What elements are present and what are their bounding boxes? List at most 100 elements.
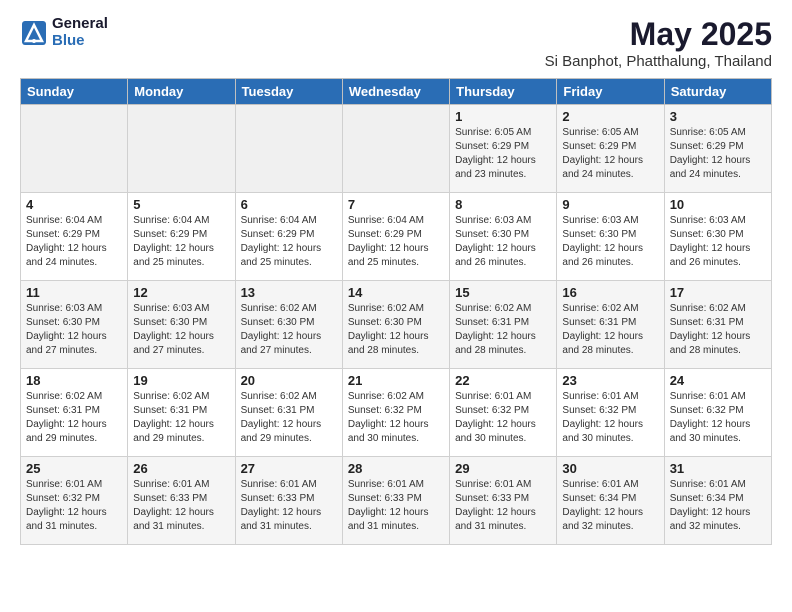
calendar-day-cell: 24 Sunrise: 6:01 AM Sunset: 6:32 PM Dayli… (664, 369, 771, 457)
weekday-header-cell: Friday (557, 79, 664, 105)
day-info: Sunrise: 6:01 AM Sunset: 6:32 PM Dayligh… (455, 390, 551, 446)
day-number: 18 (26, 373, 122, 388)
day-number: 2 (562, 109, 658, 124)
day-info: Sunrise: 6:03 AM Sunset: 6:30 PM Dayligh… (562, 214, 658, 270)
calendar-week-row: 11 Sunrise: 6:03 AM Sunset: 6:30 PM Dayli… (21, 281, 772, 369)
location: Si Banphot, Phatthalung, Thailand (545, 53, 772, 70)
calendar-day-cell: 11 Sunrise: 6:03 AM Sunset: 6:30 PM Dayli… (21, 281, 128, 369)
day-number: 20 (241, 373, 337, 388)
day-info: Sunrise: 6:04 AM Sunset: 6:29 PM Dayligh… (26, 214, 122, 270)
day-number: 13 (241, 285, 337, 300)
calendar-day-cell: 27 Sunrise: 6:01 AM Sunset: 6:33 PM Dayli… (235, 457, 342, 545)
day-info: Sunrise: 6:02 AM Sunset: 6:30 PM Dayligh… (241, 302, 337, 358)
logo-general-text: General (52, 16, 108, 33)
weekday-header-row: SundayMondayTuesdayWednesdayThursdayFrid… (21, 79, 772, 105)
calendar-day-cell: 26 Sunrise: 6:01 AM Sunset: 6:33 PM Dayli… (128, 457, 235, 545)
day-number: 29 (455, 461, 551, 476)
weekday-header-cell: Tuesday (235, 79, 342, 105)
day-info: Sunrise: 6:01 AM Sunset: 6:32 PM Dayligh… (562, 390, 658, 446)
day-number: 30 (562, 461, 658, 476)
day-number: 9 (562, 197, 658, 212)
calendar-day-cell: 20 Sunrise: 6:02 AM Sunset: 6:31 PM Dayli… (235, 369, 342, 457)
day-info: Sunrise: 6:03 AM Sunset: 6:30 PM Dayligh… (670, 214, 766, 270)
calendar-day-cell (128, 105, 235, 193)
calendar-day-cell: 2 Sunrise: 6:05 AM Sunset: 6:29 PM Daylig… (557, 105, 664, 193)
calendar-day-cell: 14 Sunrise: 6:02 AM Sunset: 6:30 PM Dayli… (342, 281, 449, 369)
day-number: 1 (455, 109, 551, 124)
day-info: Sunrise: 6:01 AM Sunset: 6:33 PM Dayligh… (348, 478, 444, 534)
calendar-day-cell: 22Sunrise: 6:01 AM Sunset: 6:32 PM Dayli… (450, 369, 557, 457)
logo: General Blue (20, 16, 108, 49)
calendar-day-cell: 31Sunrise: 6:01 AM Sunset: 6:34 PM Dayli… (664, 457, 771, 545)
day-number: 15 (455, 285, 551, 300)
day-info: Sunrise: 6:04 AM Sunset: 6:29 PM Dayligh… (241, 214, 337, 270)
calendar-day-cell: 25 Sunrise: 6:01 AM Sunset: 6:32 PM Dayli… (21, 457, 128, 545)
logo-icon (20, 19, 48, 47)
day-info: Sunrise: 6:04 AM Sunset: 6:29 PM Dayligh… (133, 214, 229, 270)
day-info: Sunrise: 6:02 AM Sunset: 6:31 PM Dayligh… (562, 302, 658, 358)
day-info: Sunrise: 6:02 AM Sunset: 6:32 PM Dayligh… (348, 390, 444, 446)
day-number: 25 (26, 461, 122, 476)
weekday-header-cell: Monday (128, 79, 235, 105)
day-info: Sunrise: 6:05 AM Sunset: 6:29 PM Dayligh… (455, 126, 551, 182)
day-number: 27 (241, 461, 337, 476)
day-number: 8 (455, 197, 551, 212)
day-number: 23 (562, 373, 658, 388)
day-info: Sunrise: 6:01 AM Sunset: 6:33 PM Dayligh… (133, 478, 229, 534)
day-number: 11 (26, 285, 122, 300)
calendar-day-cell: 18 Sunrise: 6:02 AM Sunset: 6:31 PM Dayli… (21, 369, 128, 457)
day-info: Sunrise: 6:03 AM Sunset: 6:30 PM Dayligh… (26, 302, 122, 358)
calendar-week-row: 1 Sunrise: 6:05 AM Sunset: 6:29 PM Daylig… (21, 105, 772, 193)
day-info: Sunrise: 6:01 AM Sunset: 6:33 PM Dayligh… (241, 478, 337, 534)
calendar-day-cell (235, 105, 342, 193)
day-number: 21 (348, 373, 444, 388)
calendar-day-cell: 13 Sunrise: 6:02 AM Sunset: 6:30 PM Dayli… (235, 281, 342, 369)
calendar-day-cell: 12Sunrise: 6:03 AM Sunset: 6:30 PM Dayli… (128, 281, 235, 369)
calendar-day-cell (21, 105, 128, 193)
calendar-day-cell: 8Sunrise: 6:03 AM Sunset: 6:30 PM Daylig… (450, 193, 557, 281)
day-info: Sunrise: 6:04 AM Sunset: 6:29 PM Dayligh… (348, 214, 444, 270)
day-number: 5 (133, 197, 229, 212)
calendar-week-row: 25 Sunrise: 6:01 AM Sunset: 6:32 PM Dayli… (21, 457, 772, 545)
day-info: Sunrise: 6:01 AM Sunset: 6:34 PM Dayligh… (562, 478, 658, 534)
weekday-header-cell: Thursday (450, 79, 557, 105)
calendar-day-cell: 17 Sunrise: 6:02 AM Sunset: 6:31 PM Dayli… (664, 281, 771, 369)
day-info: Sunrise: 6:02 AM Sunset: 6:30 PM Dayligh… (348, 302, 444, 358)
calendar-day-cell: 15 Sunrise: 6:02 AM Sunset: 6:31 PM Dayli… (450, 281, 557, 369)
calendar-day-cell: 3 Sunrise: 6:05 AM Sunset: 6:29 PM Daylig… (664, 105, 771, 193)
day-number: 17 (670, 285, 766, 300)
calendar-day-cell: 1 Sunrise: 6:05 AM Sunset: 6:29 PM Daylig… (450, 105, 557, 193)
day-number: 12 (133, 285, 229, 300)
calendar-day-cell: 6 Sunrise: 6:04 AM Sunset: 6:29 PM Daylig… (235, 193, 342, 281)
day-number: 7 (348, 197, 444, 212)
day-number: 24 (670, 373, 766, 388)
calendar-body: 1 Sunrise: 6:05 AM Sunset: 6:29 PM Daylig… (21, 105, 772, 545)
calendar-day-cell: 21 Sunrise: 6:02 AM Sunset: 6:32 PM Dayli… (342, 369, 449, 457)
day-info: Sunrise: 6:05 AM Sunset: 6:29 PM Dayligh… (562, 126, 658, 182)
day-number: 4 (26, 197, 122, 212)
day-number: 19 (133, 373, 229, 388)
day-number: 3 (670, 109, 766, 124)
day-info: Sunrise: 6:05 AM Sunset: 6:29 PM Dayligh… (670, 126, 766, 182)
day-info: Sunrise: 6:01 AM Sunset: 6:32 PM Dayligh… (670, 390, 766, 446)
calendar-day-cell: 29Sunrise: 6:01 AM Sunset: 6:33 PM Dayli… (450, 457, 557, 545)
day-info: Sunrise: 6:02 AM Sunset: 6:31 PM Dayligh… (455, 302, 551, 358)
calendar-day-cell: 10 Sunrise: 6:03 AM Sunset: 6:30 PM Dayli… (664, 193, 771, 281)
day-info: Sunrise: 6:02 AM Sunset: 6:31 PM Dayligh… (26, 390, 122, 446)
day-info: Sunrise: 6:01 AM Sunset: 6:32 PM Dayligh… (26, 478, 122, 534)
day-number: 10 (670, 197, 766, 212)
day-number: 16 (562, 285, 658, 300)
day-info: Sunrise: 6:01 AM Sunset: 6:34 PM Dayligh… (670, 478, 766, 534)
day-info: Sunrise: 6:02 AM Sunset: 6:31 PM Dayligh… (241, 390, 337, 446)
calendar-week-row: 18 Sunrise: 6:02 AM Sunset: 6:31 PM Dayli… (21, 369, 772, 457)
calendar-day-cell: 23 Sunrise: 6:01 AM Sunset: 6:32 PM Dayli… (557, 369, 664, 457)
header: General Blue May 2025 Si Banphot, Phatth… (20, 16, 772, 70)
calendar-table: SundayMondayTuesdayWednesdayThursdayFrid… (20, 78, 772, 545)
day-number: 6 (241, 197, 337, 212)
title-area: May 2025 Si Banphot, Phatthalung, Thaila… (545, 16, 772, 70)
calendar-day-cell: 28Sunrise: 6:01 AM Sunset: 6:33 PM Dayli… (342, 457, 449, 545)
calendar-day-cell: 16 Sunrise: 6:02 AM Sunset: 6:31 PM Dayli… (557, 281, 664, 369)
day-info: Sunrise: 6:02 AM Sunset: 6:31 PM Dayligh… (670, 302, 766, 358)
day-number: 26 (133, 461, 229, 476)
day-number: 14 (348, 285, 444, 300)
